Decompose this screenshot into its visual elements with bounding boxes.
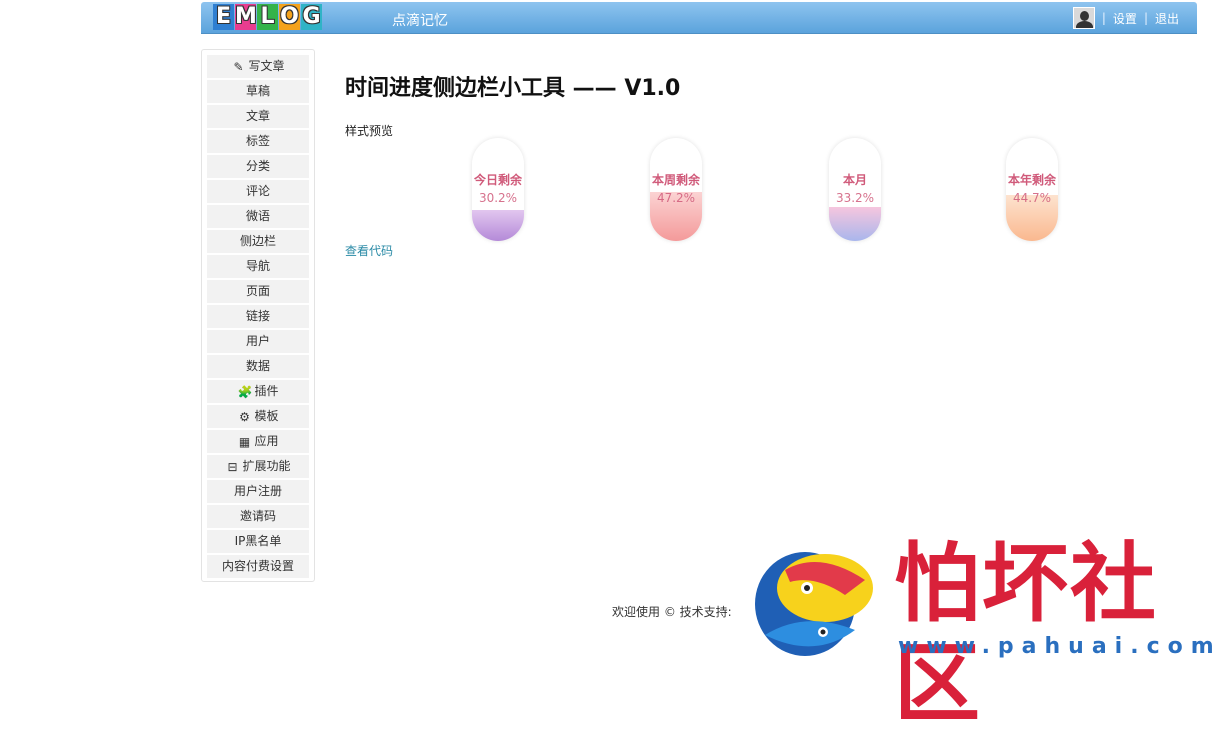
fish-logo-icon [755,552,873,656]
progress-percent: 47.2% [656,191,696,205]
sidebar-item[interactable]: ⊟ 扩展功能 [207,455,309,478]
settings-link[interactable]: 设置 [1113,10,1137,27]
sidebar-item[interactable]: 微语 [207,205,309,228]
logo-letter: M [235,4,257,30]
sidebar-item-label: 链接 [245,309,270,323]
admin-sidebar-menu: ✎ 写文章 草稿 文章 标签 分类 评论 微语 侧边栏 导航 页面 链接 用户 数据 🧩 插件 ⚙ 模板 ▦ 应用 ⊟ 扩… [201,49,315,582]
progress-label: 本周剩余 [651,173,700,187]
progress-percent: 30.2% [478,191,518,205]
progress-pill: 本年剩余 44.7% [1006,138,1058,241]
logo-letter: O [279,4,300,30]
sidebar-item[interactable]: 邀请码 [207,505,309,528]
sidebar-item-label: IP黑名单 [234,534,282,548]
progress-pill: 本周剩余 47.2% [650,138,702,241]
sidebar-item[interactable]: 侧边栏 [207,230,309,253]
sidebar-item-label: 模板 [254,409,279,423]
sidebar-item[interactable]: 数据 [207,355,309,378]
sidebar-item[interactable]: 评论 [207,180,309,203]
page-title: 时间进度侧边栏小工具 —— V1.0 [345,76,681,101]
sidebar-item-label: 页面 [245,284,270,298]
sidebar-item[interactable]: 草稿 [207,80,309,103]
menu-icon: ⊟ [227,459,238,474]
logo-letter: L [257,4,278,30]
sidebar-item[interactable]: 导航 [207,255,309,278]
sidebar-item[interactable]: ▦ 应用 [207,430,309,453]
sidebar-item-label: 微语 [245,209,270,223]
progress-percent: 33.2% [835,191,875,205]
progress-label: 今日剩余 [473,173,522,187]
progress-fill [829,206,881,241]
view-code-link[interactable]: 查看代码 [345,242,393,259]
header-user-menu: | 设置 | 退出 [1072,7,1179,29]
sidebar-item[interactable]: ⚙ 模板 [207,405,309,428]
menu-icon: 🧩 [237,384,253,399]
sidebar-item[interactable]: 文章 [207,105,309,128]
user-avatar-icon[interactable] [1072,7,1095,29]
sidebar-item-label: 导航 [245,259,270,273]
progress-pill: 本月 33.2% [829,138,881,241]
sidebar-item-label: 侧边栏 [239,234,276,248]
footer-text: 欢迎使用 © 技术支持: [612,605,732,619]
sidebar-item[interactable]: 用户注册 [207,480,309,503]
progress-percent: 44.7% [1012,191,1052,205]
sidebar-item[interactable]: 标签 [207,130,309,153]
divider: | [1101,11,1106,25]
sidebar-item[interactable]: 🧩 插件 [207,380,309,403]
site-name-link[interactable]: 点滴记忆 [392,10,448,30]
sidebar-item[interactable]: 用户 [207,330,309,353]
sidebar-item[interactable]: IP黑名单 [207,530,309,553]
sidebar-item-label: 用户注册 [233,484,282,498]
logo-letter: E [213,4,234,30]
sidebar-item-label: 文章 [245,109,270,123]
divider: | [1143,11,1148,25]
style-preview-label: 样式预览 [345,124,394,138]
logo-letter: G [301,4,322,30]
sidebar-item-label: 邀请码 [239,509,276,523]
sidebar-item-label: 分类 [245,159,270,173]
menu-icon: ⚙ [239,409,250,424]
sidebar-item-label: 内容付费设置 [221,559,294,573]
emlog-logo[interactable]: EMLOG [213,4,322,32]
menu-icon: ▦ [238,434,251,449]
sidebar-item[interactable]: 内容付费设置 [207,555,309,578]
logout-link[interactable]: 退出 [1155,10,1179,27]
sidebar-item-label: 标签 [245,134,270,148]
menu-icon: ✎ [233,59,244,74]
progress-fill [472,209,524,241]
progress-label: 本月 [842,173,867,187]
sidebar-item[interactable]: 分类 [207,155,309,178]
progress-label: 本年剩余 [1007,173,1056,187]
sidebar-item-label: 草稿 [245,84,270,98]
top-header-bar: EMLOG 点滴记忆 | 设置 | 退出 [201,2,1197,34]
sidebar-item-label: 扩展功能 [242,459,291,473]
sidebar-item-label: 评论 [245,184,270,198]
sidebar-item-label: 数据 [245,359,270,373]
progress-pill: 今日剩余 30.2% [472,138,524,241]
sidebar-item-label: 应用 [254,434,279,448]
sidebar-item[interactable]: 链接 [207,305,309,328]
watermark-url: www.pahuai.com [898,634,1222,659]
sidebar-item[interactable]: 页面 [207,280,309,303]
sidebar-item[interactable]: ✎ 写文章 [207,55,309,78]
sidebar-item-label: 用户 [245,334,270,348]
sidebar-item-label: 插件 [254,384,279,398]
sidebar-item-label: 写文章 [248,59,285,73]
